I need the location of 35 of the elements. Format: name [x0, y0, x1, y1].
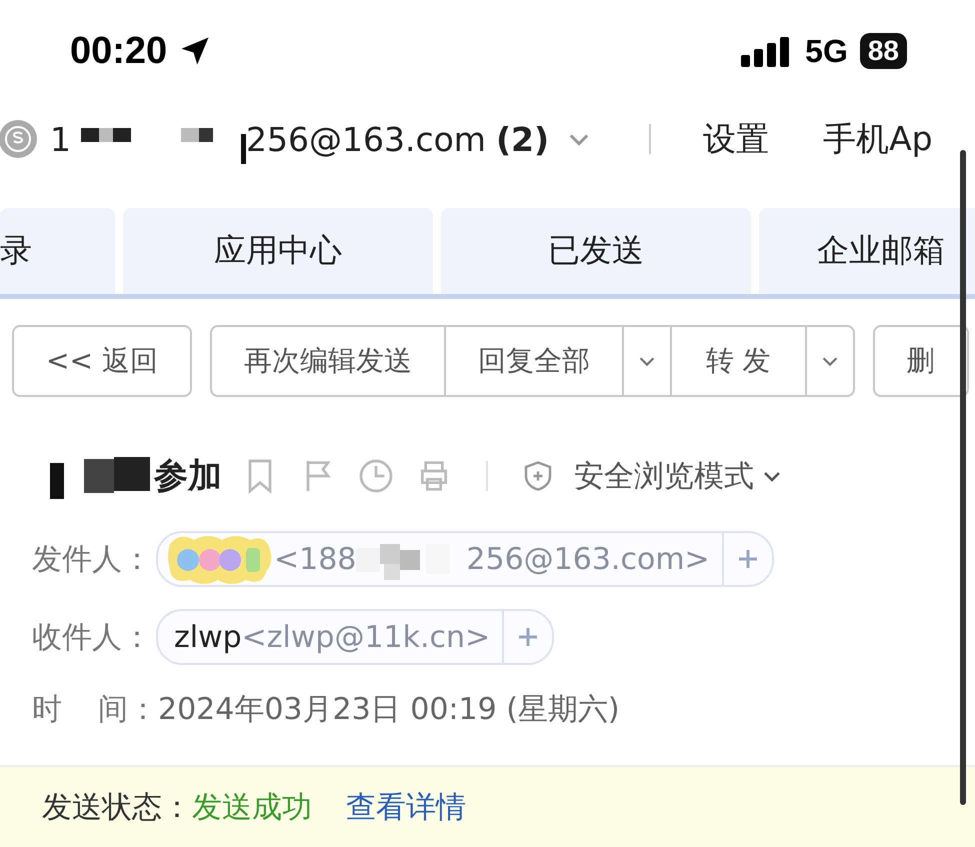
nav-tab[interactable]: 企业邮箱 — [759, 208, 975, 294]
toolbar-button[interactable]: 再次编辑发送 — [210, 325, 446, 397]
field-label: 间： — [98, 691, 158, 729]
field-label: 收件人： — [32, 618, 152, 656]
safe-browsing-menu[interactable]: 安全浏览模式 — [574, 456, 754, 496]
nav-tab[interactable]: 录 — [0, 208, 115, 294]
status-label: 发送状态： — [42, 788, 192, 826]
details-link[interactable]: 查看详情 — [346, 786, 466, 828]
account-address-start: 1 — [50, 120, 71, 158]
top-link[interactable]: 设置 — [703, 116, 770, 162]
sent-time: 2024年03月23日 00:19 (星期六) — [158, 691, 620, 729]
sender-address: 256@163.com> — [466, 542, 710, 576]
toolbar-button[interactable]: << 返回 — [12, 325, 192, 397]
recipient-name: zlwp — [174, 620, 242, 654]
field-label: 发件人： — [32, 540, 152, 578]
clock-time: 00:20 — [70, 30, 168, 72]
status-value: 发送成功 — [192, 788, 312, 826]
nav-tab[interactable]: 应用中心 — [123, 208, 433, 294]
scrollbar[interactable] — [960, 150, 966, 805]
top-link[interactable]: 手机Ap — [823, 116, 933, 162]
dropdown-button[interactable] — [622, 325, 672, 397]
toolbar-button[interactable]: 回复全部 — [444, 325, 624, 397]
dropdown-button[interactable] — [804, 325, 855, 397]
recipient-chip[interactable]: zlwp<zlwp@11k.cn> — [156, 609, 554, 665]
battery-level: 88 — [860, 33, 907, 69]
toolbar-button[interactable]: 转 发 — [670, 325, 807, 397]
toolbar-button[interactable]: 删 — [872, 325, 969, 397]
account-address: 256@163.com — [246, 120, 486, 158]
recipient-address: <zlwp@11k.cn> — [242, 620, 490, 654]
nav-tab[interactable]: 已发送 — [441, 208, 751, 294]
email-subject: 参加 — [154, 455, 222, 498]
unread-count: (2) — [496, 120, 550, 158]
field-label: 时 — [32, 691, 62, 729]
network-type: 5G — [805, 32, 848, 70]
sender-address-start: <188 — [274, 542, 356, 576]
